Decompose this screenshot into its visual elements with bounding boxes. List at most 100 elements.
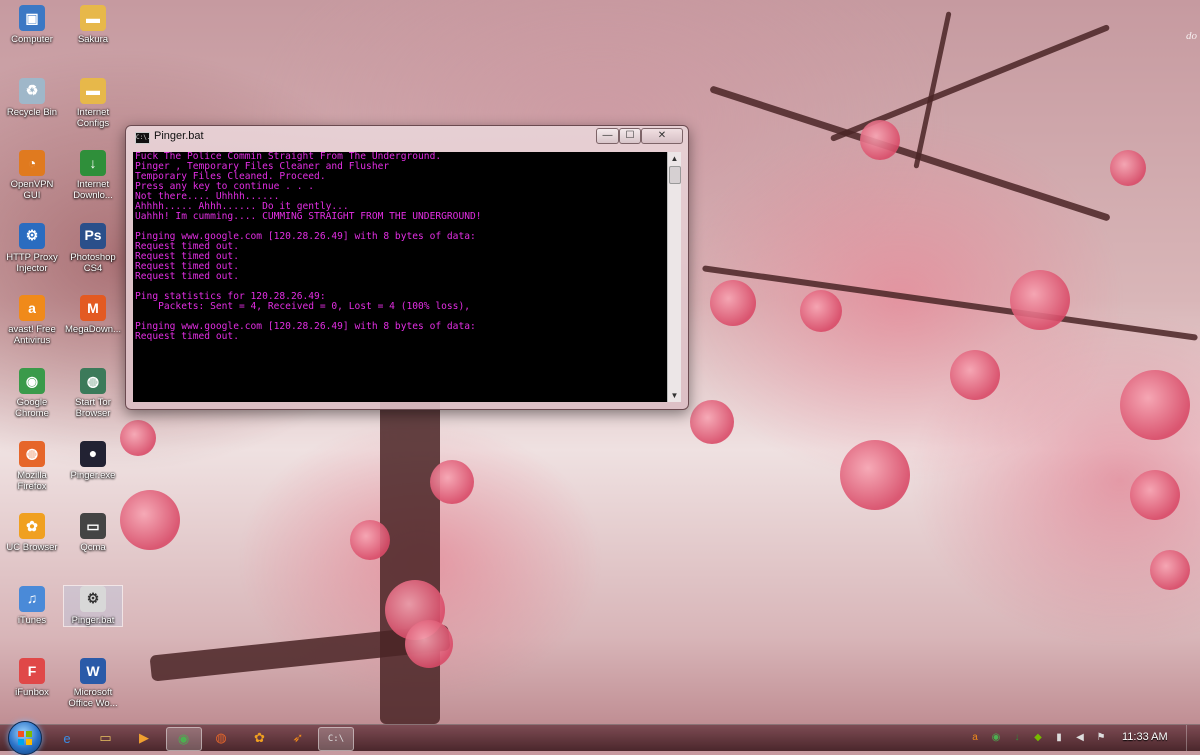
desktop-icon-label: Start Tor Browser: [75, 397, 111, 419]
cmd-icon: C:\.: [135, 132, 150, 144]
idm-icon: ↓: [80, 150, 106, 177]
pinger-exe-icon: ●: [80, 440, 106, 467]
idm-tray-icon[interactable]: ↓: [1010, 731, 1024, 745]
chrome-icon: ◉: [19, 368, 45, 394]
desktop-icon-itunes[interactable]: ♫ iTunes: [3, 585, 61, 626]
media-player-taskbar-icon[interactable]: ▶: [127, 727, 161, 749]
desktop-icon-label: MegaDown...: [65, 324, 121, 336]
firefox-taskbar-icon[interactable]: ◍: [204, 727, 238, 749]
show-desktop-button[interactable]: [1186, 725, 1200, 751]
word-icon: W: [80, 658, 106, 685]
desktop-icon-idm[interactable]: ↓ Internet Downlo...: [64, 150, 122, 201]
desktop-icon-label: Recycle Bin: [6, 106, 58, 118]
desktop-icon-folder[interactable]: ▬ Sakura: [64, 5, 122, 45]
avast-icon: a: [19, 295, 45, 322]
wallpaper-blossom: [950, 350, 1000, 400]
window-title: Pinger.bat: [154, 130, 204, 142]
desktop-icon-label: Photoshop CS4: [70, 251, 116, 274]
qcma-icon: ▭: [80, 513, 106, 540]
console-line: Packets: Sent = 4, Received = 0, Lost = …: [135, 301, 471, 312]
close-button[interactable]: ✕: [641, 128, 683, 144]
uc-browser-icon: ✿: [19, 513, 45, 540]
desktop-icon-label: Google Chrome: [15, 397, 49, 419]
desktop-icon-chrome[interactable]: ◉ Google Chrome: [3, 368, 61, 419]
ifunbox-icon: F: [19, 658, 45, 685]
wallpaper-blossom: [120, 420, 156, 456]
maximize-button[interactable]: ☐: [619, 128, 641, 144]
desktop-icon-label: Mozilla Firefox: [17, 469, 47, 492]
desktop-icon-avast[interactable]: a avast! Free Antivirus: [3, 295, 61, 346]
desktop-icon-label: Pinger.exe: [70, 469, 116, 481]
clock[interactable]: 11:33 AM: [1122, 731, 1168, 743]
volume-tray-icon[interactable]: ◀: [1073, 731, 1087, 745]
console-text: Fuck The Police Commin Straight From The…: [133, 152, 667, 342]
taskbar: e ▭ ▶ ◉ ◍ ✿ ➶ C:\ a ◉ ↓ ◆ ▮ ◀ ⚑ 11:33 AM: [0, 721, 1200, 755]
desktop-icon-firefox[interactable]: ◍ Mozilla Firefox: [3, 440, 61, 492]
desktop-icon-proxy-injector[interactable]: ⚙ HTTP Proxy Injector: [3, 222, 61, 274]
chrome-taskbar-icon[interactable]: ◉: [165, 727, 202, 751]
window-titlebar[interactable]: C:\. Pinger.bat — ☐ ✕: [126, 126, 688, 148]
ie-taskbar-icon[interactable]: e: [50, 727, 84, 749]
desktop-icon-ifunbox[interactable]: FiFunbox: [3, 658, 61, 698]
desktop-icon-label: UC Browser: [6, 542, 58, 554]
batch-file-icon: ⚙: [80, 585, 106, 612]
console-window[interactable]: C:\. Pinger.bat — ☐ ✕ Fuck The Police Co…: [125, 125, 689, 410]
vertical-scrollbar[interactable]: ▲ ▼: [667, 152, 681, 402]
wallpaper-blossom: [710, 280, 756, 326]
wallpaper-blossom: [405, 620, 453, 668]
wallpaper-corner-text: do: [1186, 30, 1197, 42]
desktop-icon-pinger-exe[interactable]: ● Pinger.exe: [64, 440, 122, 481]
tor-browser-icon: ◍: [80, 368, 106, 394]
network-tray-icon[interactable]: ▮: [1052, 731, 1066, 745]
wallpaper-branch: [702, 265, 1198, 341]
desktop-icon-photoshop[interactable]: Ps Photoshop CS4: [64, 222, 122, 274]
console-line: Request timed out.: [135, 271, 239, 282]
explorer-taskbar-icon[interactable]: ▭: [89, 727, 123, 749]
desktop-icon-recycle-bin[interactable]: ♻ Recycle Bin: [3, 77, 61, 118]
desktop-icon-megadownloader[interactable]: M MegaDown...: [64, 295, 122, 335]
desktop-icon-openvpn[interactable]: ◔ OpenVPN GUI: [3, 150, 61, 201]
uc-browser-taskbar-icon[interactable]: ✿: [243, 727, 277, 749]
wallpaper-blossom: [1110, 150, 1146, 186]
proxy-injector-icon: ⚙: [19, 222, 45, 249]
recycle-bin-icon: ♻: [19, 77, 45, 104]
desktop-icon-label: Internet Configs: [76, 106, 110, 129]
wallpaper-blossom: [860, 120, 900, 160]
desktop-icon-qcma[interactable]: ▭ Qcma: [64, 513, 122, 553]
flag-tray-icon[interactable]: ⚑: [1094, 731, 1108, 745]
wallpaper-blossom: [1010, 270, 1070, 330]
desktop-icon-folder[interactable]: ▬ Internet Configs: [64, 77, 122, 129]
desktop-icon-uc-browser[interactable]: ✿ UC Browser: [3, 513, 61, 553]
avast-tray-icon[interactable]: a: [968, 731, 982, 745]
wallpaper-blossom: [1120, 370, 1190, 440]
folder-icon: ▬: [80, 5, 106, 31]
desktop-icon-label: iFunbox: [15, 687, 49, 699]
cmd-taskbar-icon[interactable]: C:\: [318, 727, 354, 751]
wallpaper-branch: [380, 380, 440, 724]
wallpaper-blossom: [1150, 550, 1190, 590]
minimize-button[interactable]: —: [596, 128, 619, 144]
wallpaper-blossom: [430, 460, 474, 504]
folder-icon: ▬: [80, 77, 106, 104]
desktop-icon-tor-browser[interactable]: ◍ Start Tor Browser: [64, 368, 122, 419]
chrome-tray-icon[interactable]: ◉: [989, 731, 1003, 745]
scroll-thumb[interactable]: [669, 166, 681, 184]
desktop-icon-label: avast! Free Antivirus: [8, 324, 56, 347]
console-output[interactable]: Fuck The Police Commin Straight From The…: [133, 152, 667, 402]
avast-taskbar-icon[interactable]: ➶: [281, 727, 315, 749]
desktop-icon-label: Microsoft Office Wo...: [68, 687, 118, 710]
desktop-icon-label: Computer: [11, 34, 53, 45]
scroll-down-arrow-icon[interactable]: ▼: [668, 389, 681, 402]
firefox-icon: ◍: [19, 440, 45, 467]
desktop-icon-batch-file[interactable]: ⚙ Pinger.bat: [63, 584, 123, 627]
console-line: Uahhh! Im cumming.... CUMMING STRAIGHT F…: [135, 211, 482, 222]
nvidia-tray-icon[interactable]: ◆: [1031, 731, 1045, 745]
computer-icon: ▣: [19, 5, 45, 31]
desktop-icon-computer[interactable]: ▣ Computer: [3, 5, 61, 45]
wallpaper-blossom: [840, 440, 910, 510]
desktop-icon-word[interactable]: W Microsoft Office Wo...: [64, 658, 122, 709]
openvpn-icon: ◔: [19, 150, 45, 177]
wallpaper-blossom: [120, 490, 180, 550]
itunes-icon: ♫: [19, 585, 45, 612]
scroll-up-arrow-icon[interactable]: ▲: [668, 152, 681, 165]
